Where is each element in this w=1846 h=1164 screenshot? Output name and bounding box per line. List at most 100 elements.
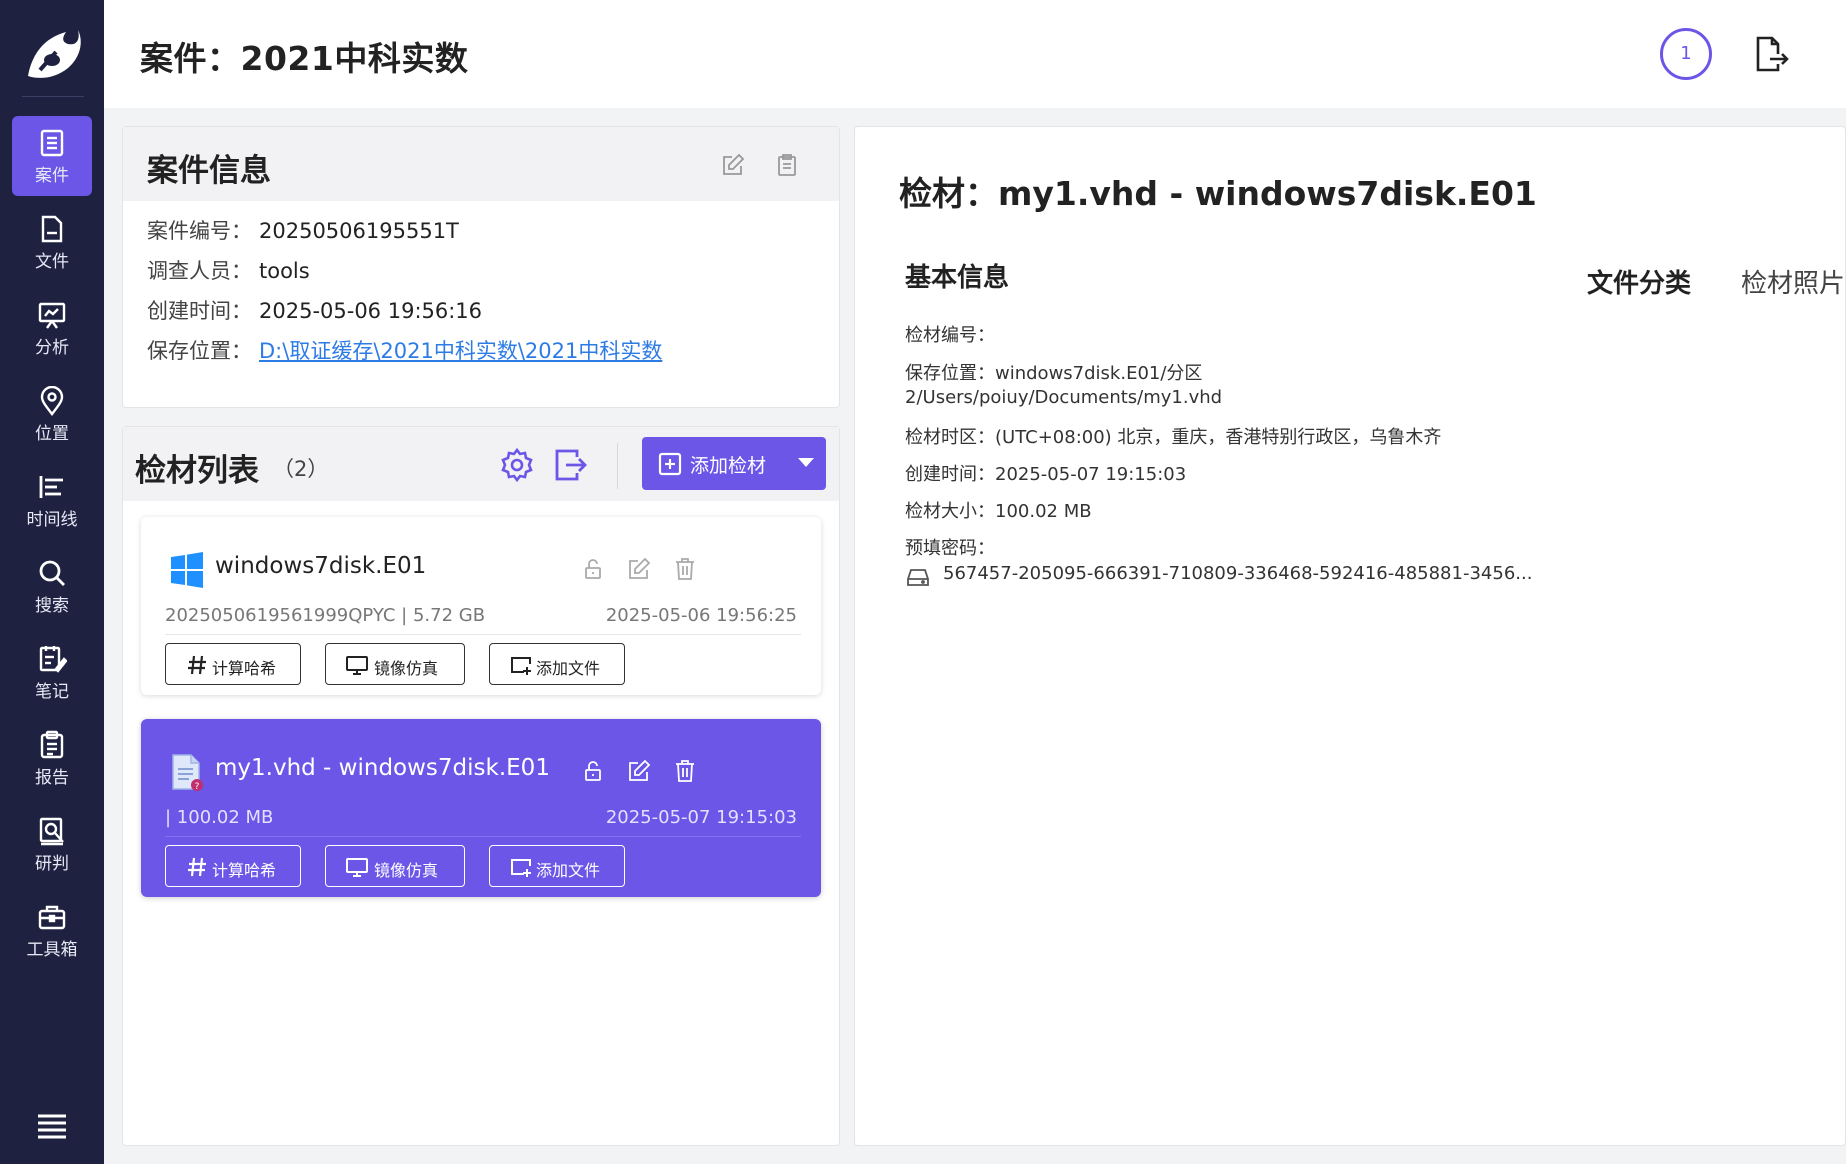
- info-key: 创建时间：: [147, 299, 252, 323]
- evidence-card-my1-vhd[interactable]: ? my1.vhd - windows7disk.E01 | 100.02 MB…: [141, 719, 821, 897]
- nav-item-report[interactable]: 报告: [12, 718, 92, 798]
- save-location-row: 保存位置： D:\取证缓存\2021中科实数\2021中科实数: [147, 335, 662, 365]
- sidebar: 案件 文件 分析 位置 时间线 搜索 笔记 报告 研判 工具箱: [0, 0, 104, 1164]
- info-key: 调查人员：: [147, 259, 252, 283]
- nav-item-location[interactable]: 位置: [12, 374, 92, 454]
- mirror-emulation-button[interactable]: 镜像仿真: [325, 643, 465, 685]
- case-id-value: 20250506195551T: [259, 219, 459, 243]
- info-key: 保存位置：: [147, 339, 252, 363]
- toolbox-icon: [38, 905, 66, 930]
- evidence-card-windows7disk[interactable]: windows7disk.E01 2025050619561999QPYC | …: [141, 517, 821, 695]
- save-location-link[interactable]: D:\取证缓存\2021中科实数\2021中科实数: [259, 339, 662, 363]
- button-label: 添加文件: [536, 861, 601, 880]
- evidence-detail-panel: 检材：my1.vhd - windows7disk.E01 基本信息 文件分类 …: [854, 126, 1846, 1146]
- svg-text:?: ?: [195, 782, 200, 791]
- nav-label: 位置: [35, 424, 69, 444]
- app-logo-icon: [28, 30, 81, 78]
- prefilled-password-value: 567457-205095-666391-710809-336468-59241…: [943, 563, 1533, 584]
- evidence-list-panel: 检材列表 （2） 添加检材 windows7disk.E01 202505061…: [122, 426, 840, 1146]
- nav-label: 文件: [35, 252, 69, 272]
- edit-icon[interactable]: [721, 153, 745, 177]
- investigator-row: 调查人员： tools: [147, 255, 310, 285]
- nav-item-search[interactable]: 搜索: [12, 546, 92, 626]
- nav-label: 工具箱: [26, 940, 78, 960]
- evidence-meta: 2025050619561999QPYC | 5.72 GB: [165, 605, 486, 626]
- evidence-size-row: 检材大小：100.02 MB: [905, 501, 1092, 522]
- add-folder-icon: [511, 657, 531, 675]
- tab-evidence-photo[interactable]: 检材照片: [1741, 263, 1845, 300]
- card-divider: [165, 634, 801, 635]
- delete-icon[interactable]: [673, 557, 697, 581]
- add-file-button[interactable]: 添加文件: [489, 845, 625, 887]
- tab-file-classification[interactable]: 文件分类: [1587, 263, 1691, 300]
- report-icon: [40, 730, 64, 759]
- nav-item-judgement[interactable]: 研判: [12, 804, 92, 884]
- edit-icon[interactable]: [627, 557, 651, 581]
- evidence-number-row: 检材编号：: [905, 325, 995, 346]
- nav-label: 分析: [35, 338, 69, 358]
- logo-divider: [22, 96, 84, 97]
- location-icon: [40, 386, 64, 416]
- evidence-name: windows7disk.E01: [215, 553, 427, 579]
- evidence-list-header: 检材列表 （2） 添加检材: [123, 427, 839, 501]
- hash-icon: [188, 655, 206, 675]
- search-icon: [39, 560, 65, 586]
- nav-item-file[interactable]: 文件: [12, 202, 92, 282]
- hash-icon: [188, 857, 206, 877]
- created-time-row: 创建时间： 2025-05-06 19:56:16: [147, 295, 482, 325]
- monitor-icon: [346, 858, 368, 877]
- evidence-name: my1.vhd - windows7disk.E01: [215, 755, 550, 781]
- case-id-row: 案件编号： 20250506195551T: [147, 215, 459, 245]
- divider: [617, 443, 618, 489]
- save-location-row-cont: 2/Users/poiuy/Documents/my1.vhd: [905, 387, 1223, 408]
- button-label: 镜像仿真: [374, 659, 439, 678]
- page-title: 案件：2021中科实数: [140, 39, 469, 78]
- menu-icon[interactable]: [36, 1112, 68, 1140]
- export-icon[interactable]: [553, 447, 589, 483]
- created-time-row: 创建时间：2025-05-07 19:15:03: [905, 464, 1187, 485]
- nav-label: 时间线: [26, 510, 78, 530]
- settings-gear-icon[interactable]: [499, 447, 535, 483]
- prefilled-password-row: 预填密码：: [905, 538, 995, 559]
- save-location-row: 保存位置：windows7disk.E01/分区: [905, 363, 1203, 384]
- edit-icon[interactable]: [627, 759, 651, 783]
- judgement-icon: [39, 817, 64, 846]
- clipboard-icon[interactable]: [775, 153, 799, 177]
- windows-icon: [171, 552, 203, 588]
- nav-item-analysis[interactable]: 分析: [12, 288, 92, 368]
- nav-item-notes[interactable]: 笔记: [12, 632, 92, 712]
- timeline-icon: [39, 476, 63, 498]
- export-file-icon[interactable]: [1754, 36, 1790, 72]
- dropdown-caret-icon[interactable]: [798, 458, 814, 467]
- button-label: 添加文件: [536, 659, 601, 678]
- lock-icon[interactable]: [581, 557, 605, 581]
- timezone-row: 检材时区：(UTC+08:00) 北京，重庆，香港特别行政区，乌鲁木齐: [905, 427, 1442, 448]
- monitor-icon: [346, 656, 368, 675]
- header: 案件：2021中科实数 1: [104, 0, 1846, 108]
- info-key: 案件编号：: [147, 219, 252, 243]
- add-evidence-label: 添加检材: [690, 455, 767, 477]
- nav-item-timeline[interactable]: 时间线: [12, 460, 92, 540]
- lock-icon[interactable]: [581, 759, 605, 783]
- created-time-value: 2025-05-06 19:56:16: [259, 299, 483, 323]
- case-info-title: 案件信息: [147, 153, 271, 189]
- notes-icon: [39, 646, 67, 673]
- nav-label: 笔记: [35, 682, 69, 702]
- task-progress-badge[interactable]: 1: [1660, 28, 1712, 80]
- case-info-panel: 案件信息 案件编号： 20250506195551T 调查人员： tools 创建时…: [122, 126, 840, 408]
- nav-item-toolbox[interactable]: 工具箱: [12, 890, 92, 970]
- nav-label: 搜索: [35, 596, 69, 616]
- nav-item-case[interactable]: 案件: [12, 116, 92, 196]
- file-icon: [41, 215, 63, 243]
- add-evidence-button[interactable]: 添加检材: [642, 437, 826, 490]
- delete-icon[interactable]: [673, 759, 697, 783]
- card-divider: [165, 836, 801, 837]
- button-label: 计算哈希: [212, 659, 277, 678]
- evidence-time: 2025-05-07 19:15:03: [605, 807, 797, 828]
- add-folder-icon: [511, 859, 531, 877]
- add-file-button[interactable]: 添加文件: [489, 643, 625, 685]
- mirror-emulation-button[interactable]: 镜像仿真: [325, 845, 465, 887]
- compute-hash-button[interactable]: 计算哈希: [165, 643, 301, 685]
- nav-label: 案件: [35, 166, 69, 186]
- compute-hash-button[interactable]: 计算哈希: [165, 845, 301, 887]
